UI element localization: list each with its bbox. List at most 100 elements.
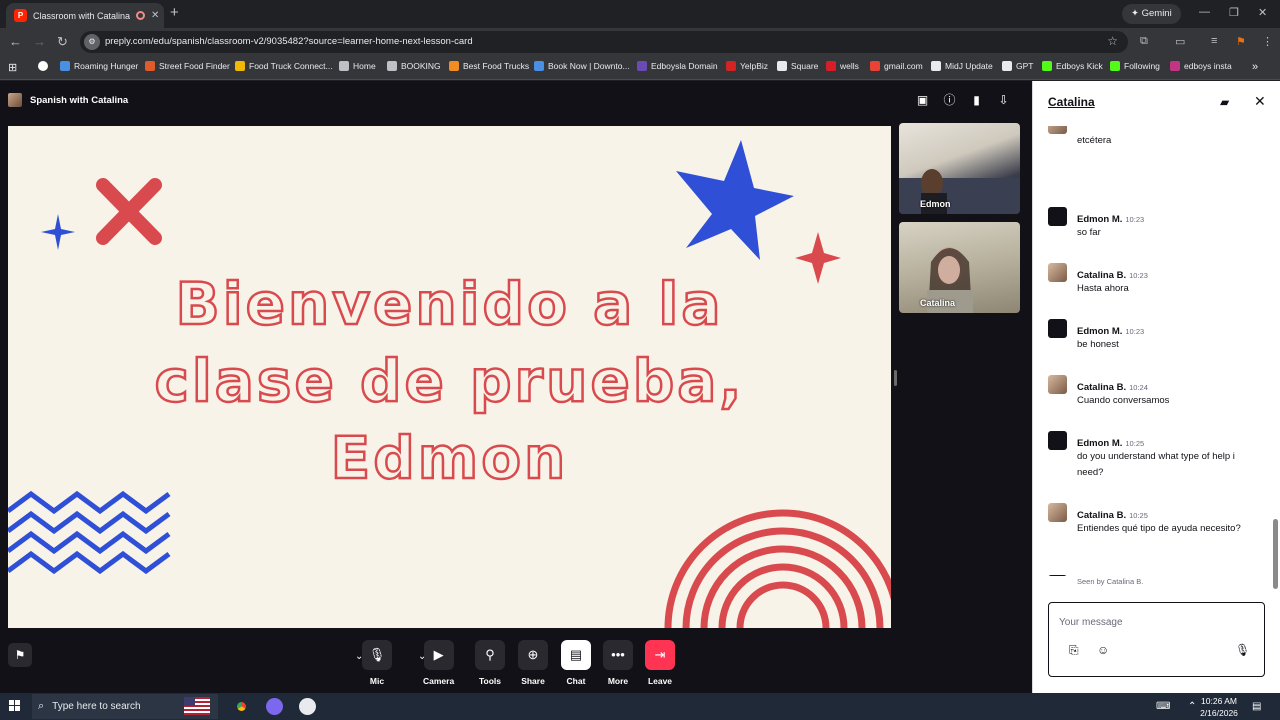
site-info-icon[interactable]: ⚙ [84,34,100,50]
top-toolbar: ▣ ⓘ ▮ ⇩ [912,92,1014,109]
connection-signal-icon[interactable]: ▮ [966,92,987,109]
chat-label: Chat [566,676,586,686]
chat-scrollbar[interactable] [1273,127,1278,597]
bookmark-item[interactable]: Edboys Kick [1042,61,1103,71]
bookmark-favicon-icon [339,61,349,71]
bookmark-favicon-icon [826,61,836,71]
video-name-edmon: Edmon [920,199,951,209]
more-bookmarks-icon[interactable]: » [1252,61,1258,73]
bookmark-item[interactable]: Street Food Finder [145,61,230,71]
slide-line-3: Edmon [329,423,569,494]
emoji-icon[interactable]: ☺ [1097,643,1109,657]
gemini-button[interactable]: ✦ Gemini [1122,4,1181,24]
bookmark-item[interactable]: gmail.com [870,61,923,71]
app-taskbar-icon[interactable] [299,698,316,715]
sparkle-icon [41,214,75,250]
slide-line-1: Bienvenido a la [174,269,724,340]
back-icon[interactable]: ← [9,34,22,49]
more-label: More [607,676,629,686]
download-icon[interactable]: ⇩ [993,92,1014,109]
info-icon[interactable]: ⓘ [939,92,960,109]
picture-in-picture-icon[interactable]: ▣ [912,92,933,109]
folder-icon[interactable]: ▰ [1220,95,1229,109]
tools-icon: ⚲ [475,640,505,670]
blue-star-icon [676,140,794,260]
url-text[interactable]: preply.com/edu/spanish/classroom-v2/9035… [105,36,473,47]
chat-button[interactable]: ▤ Chat [561,640,591,686]
windows-start-icon[interactable] [9,700,21,712]
scrollbar-thumb[interactable] [1273,519,1278,589]
apps-grid-icon[interactable]: ⊞ [8,61,17,74]
bookmark-item[interactable]: edboys insta [1170,61,1232,71]
bookmark-item[interactable]: Roaming Hunger [60,61,138,71]
bookmark-item[interactable]: Following [1110,61,1160,71]
bookmark-item[interactable]: wells [826,61,859,71]
lesson-header: Spanish with Catalina [8,93,128,107]
more-button[interactable]: ••• More [603,640,633,686]
leave-button[interactable]: ⇥ Leave [645,640,675,686]
bookmark-label: Home [353,61,376,71]
video-tile-catalina[interactable]: Catalina [899,222,1020,313]
sender-avatar [1048,431,1067,450]
chat-title[interactable]: Catalina [1048,95,1095,109]
video-app-taskbar-icon[interactable] [266,698,283,715]
new-tab-button[interactable]: + [170,4,179,21]
minimize-icon[interactable]: — [1199,6,1210,18]
google-icon[interactable] [38,61,48,71]
message-text: etcétera [1077,135,1112,146]
bookmark-item[interactable]: Square [777,61,818,71]
report-flag-button[interactable]: ⚑ [8,643,32,667]
keyboard-icon[interactable]: ⌨ [1156,701,1170,712]
taskbar-clock[interactable]: 10:26 AM 2/16/2026 [1196,695,1242,719]
bookmark-star-icon[interactable]: ☆ [1107,34,1118,48]
close-tab-icon[interactable]: ✕ [151,10,159,21]
bookmark-item[interactable]: Book Now | Downto... [534,61,630,71]
address-bar[interactable]: ⚙ preply.com/edu/spanish/classroom-v2/90… [80,31,1128,53]
cast-icon[interactable]: ▭ [1175,35,1185,48]
sender-avatar [1048,375,1067,394]
message-text: so far [1077,227,1101,238]
bookmark-item[interactable]: YelpBiz [726,61,768,71]
mic-label: Mic [369,676,385,686]
sender-avatar [1048,575,1067,576]
bookmark-item[interactable]: MidJ Update [931,61,993,71]
panel-resize-handle[interactable] [894,370,897,386]
message-text: do you understand what type of help i ne… [1077,451,1235,478]
voice-message-icon[interactable]: 🎙 [1235,643,1250,657]
browser-tab[interactable]: P Classroom with Catalina ✕ [6,3,164,28]
bookmark-favicon-icon [726,61,736,71]
extensions-icon[interactable]: ⧉ [1140,35,1148,48]
close-window-icon[interactable]: ✕ [1258,6,1267,19]
profile-icon[interactable]: ⚑ [1236,35,1246,48]
media-control-icon[interactable]: ≡ [1211,35,1217,47]
share-button[interactable]: ⊕ Share [518,640,548,686]
mic-icon: 🎙 [362,640,392,670]
notifications-icon[interactable]: ▤ [1252,701,1261,712]
message-text: Entiendes qué tipo de ayuda necesito? [1077,523,1241,534]
bookmark-item[interactable]: Food Truck Connect... [235,61,333,71]
camera-button[interactable]: ▶ Camera [423,640,454,686]
mic-button[interactable]: 🎙 Mic [362,640,392,686]
forward-icon[interactable]: → [33,34,46,49]
sender-avatar [1048,126,1067,134]
bookmark-item[interactable]: BOOKING [387,61,441,71]
reload-icon[interactable]: ↻ [57,34,68,50]
message-input[interactable] [1059,613,1249,631]
windows-taskbar: ⌕ Type here to search ⌨ ⌃ 10:26 AM 2/16/… [0,693,1280,720]
bookmark-item[interactable]: Edboysla Domain [637,61,718,71]
tools-button[interactable]: ⚲ Tools [475,640,505,686]
us-flag-icon[interactable] [184,697,210,715]
bookmark-item[interactable]: Best Food Trucks [449,61,529,71]
bookmark-favicon-icon [931,61,941,71]
video-tile-edmon[interactable]: Edmon [899,123,1020,214]
tutor-avatar [8,93,22,107]
bookmark-item[interactable]: Home [339,61,376,71]
sender-name: Edmon M. [1077,326,1123,337]
close-chat-icon[interactable]: ✕ [1254,93,1266,110]
attach-icon[interactable]: ⎘ [1069,643,1079,658]
bookmark-item[interactable]: GPT [1002,61,1033,71]
browser-menu-icon[interactable]: ⋮ [1262,35,1273,48]
restore-icon[interactable]: ❐ [1229,6,1239,19]
message-time: 10:23 [1129,271,1148,280]
chrome-taskbar-icon[interactable] [233,698,250,715]
